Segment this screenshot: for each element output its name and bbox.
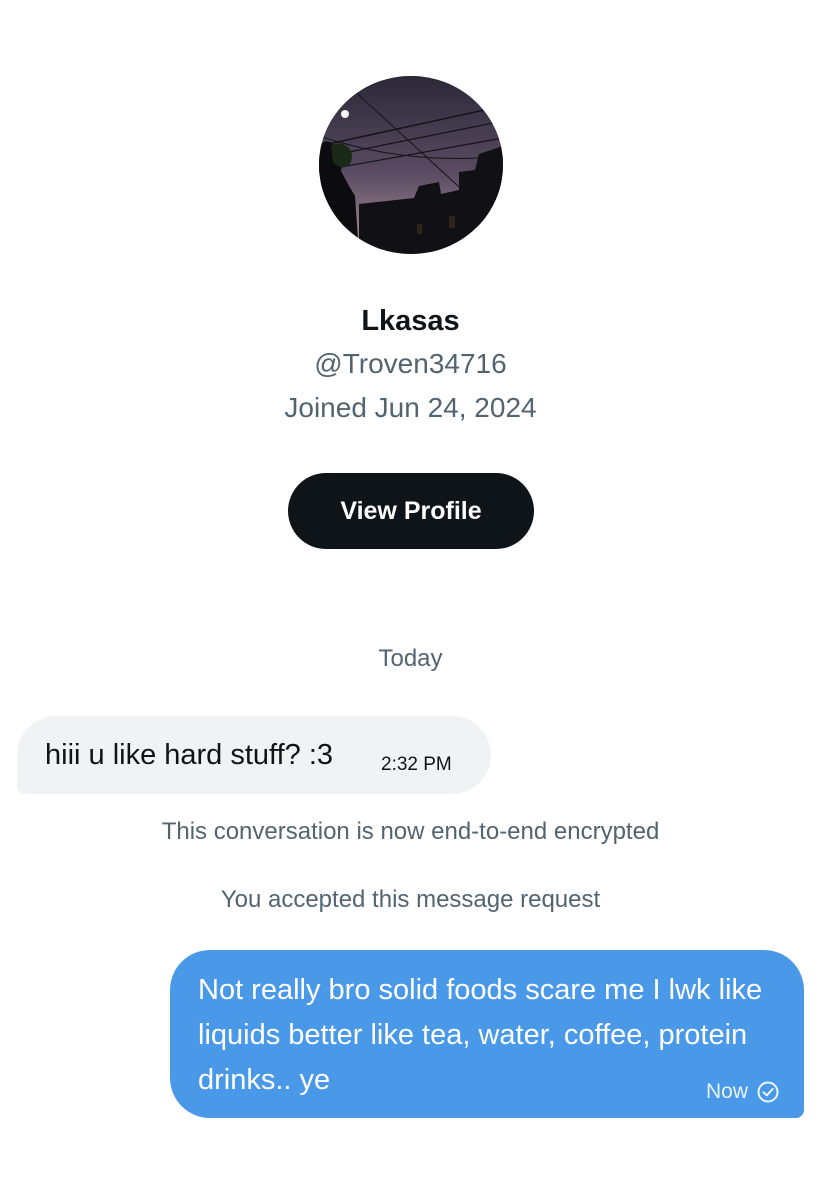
message-timestamp: 2:32 PM bbox=[381, 754, 452, 775]
encryption-notice: This conversation is now end-to-end encr… bbox=[161, 818, 660, 845]
check-circle-icon bbox=[756, 1080, 780, 1104]
incoming-message-bubble[interactable]: hiii u like hard stuff? :3 2:32 PM bbox=[17, 716, 491, 794]
request-accepted-notice: You accepted this message request bbox=[220, 886, 601, 913]
message-timestamp: Now bbox=[705, 1080, 748, 1103]
avatar[interactable] bbox=[319, 76, 503, 254]
date-separator: Today bbox=[378, 645, 443, 672]
message-text: Not really bro solid foods scare me I lw… bbox=[198, 974, 763, 1096]
avatar-photo bbox=[319, 76, 503, 254]
outgoing-message-bubble[interactable]: Not really bro solid foods scare me I lw… bbox=[170, 950, 804, 1118]
message-meta: Now bbox=[706, 1080, 780, 1104]
view-profile-button[interactable]: View Profile bbox=[288, 473, 534, 549]
profile-display-name: Lkasas bbox=[361, 305, 460, 337]
profile-joined-date: Joined Jun 24, 2024 bbox=[284, 392, 537, 423]
message-text: hiii u like hard stuff? :3 bbox=[45, 739, 334, 771]
profile-handle: @Troven34716 bbox=[314, 348, 507, 379]
